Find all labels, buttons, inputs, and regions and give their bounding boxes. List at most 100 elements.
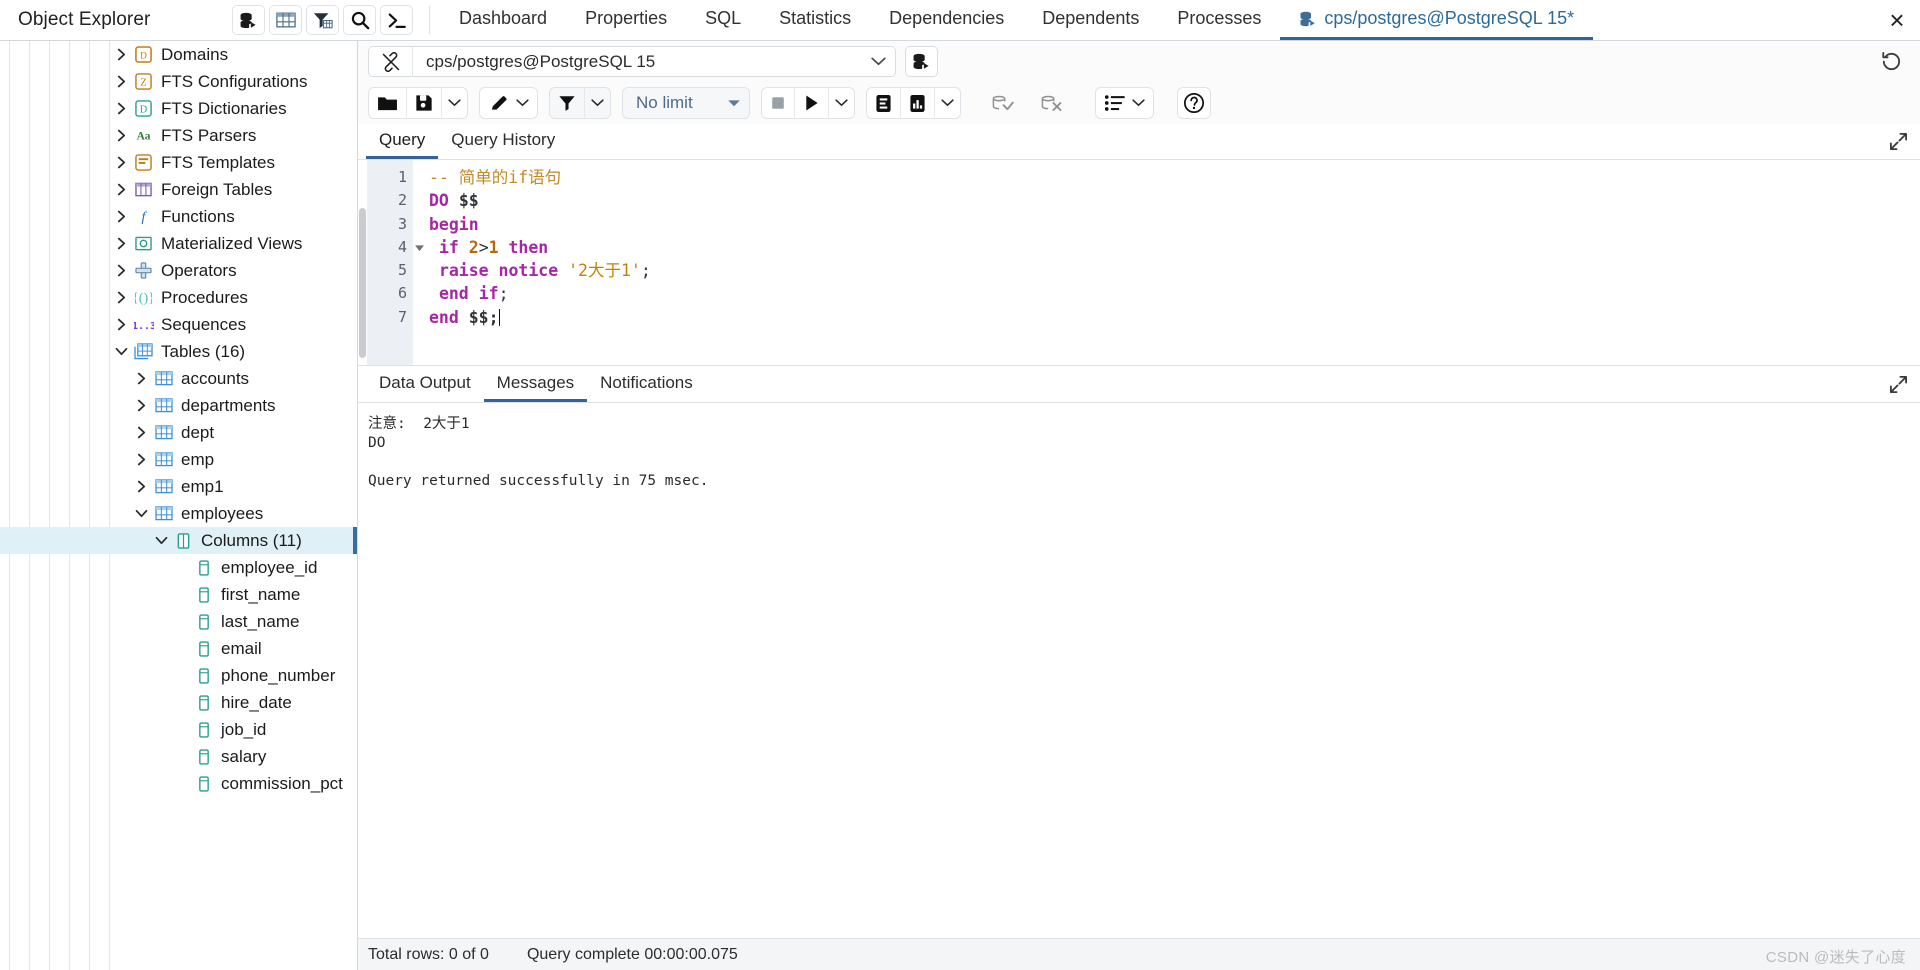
explain-icon[interactable] bbox=[867, 88, 901, 118]
editor-expand-icon[interactable] bbox=[1876, 124, 1920, 159]
chevron-right-icon[interactable] bbox=[130, 399, 152, 412]
help-icon[interactable] bbox=[1177, 87, 1211, 119]
tree-node-accounts[interactable]: accounts bbox=[0, 365, 357, 392]
tree-node-employee-id[interactable]: employee_id bbox=[0, 554, 357, 581]
fold-triangle-icon[interactable] bbox=[414, 236, 425, 259]
output-tab-messages[interactable]: Messages bbox=[483, 366, 588, 402]
tree-node-tables-16[interactable]: Tables (16) bbox=[0, 338, 357, 365]
table-grid-icon[interactable] bbox=[269, 5, 302, 35]
output-expand-icon[interactable] bbox=[1876, 366, 1920, 402]
chevron-right-icon[interactable] bbox=[130, 480, 152, 493]
sql-editor[interactable]: 1234567 -- 简单的if语句 DO $$ begin if 2>1 then… bbox=[358, 160, 1920, 365]
chevron-right-icon[interactable] bbox=[110, 102, 132, 115]
explain-analyze-icon[interactable] bbox=[901, 88, 935, 118]
chevron-right-icon[interactable] bbox=[130, 372, 152, 385]
tree-node-emp1[interactable]: emp1 bbox=[0, 473, 357, 500]
filter-icon[interactable] bbox=[550, 88, 585, 118]
chevron-right-icon[interactable] bbox=[110, 210, 132, 223]
search-icon[interactable] bbox=[343, 5, 376, 35]
tree-node-materialized-views[interactable]: Materialized Views bbox=[0, 230, 357, 257]
tree-node-last-name[interactable]: last_name bbox=[0, 608, 357, 635]
filtered-rows-icon[interactable] bbox=[232, 5, 265, 35]
tab-sql[interactable]: SQL bbox=[686, 0, 760, 40]
toolbar-divider bbox=[429, 6, 430, 34]
editor-scrollbar[interactable] bbox=[358, 160, 367, 365]
tree-node-commission-pct[interactable]: commission_pct bbox=[0, 770, 357, 797]
tree-node-fts-dictionaries[interactable]: D FTS Dictionaries bbox=[0, 95, 357, 122]
chevron-down-icon[interactable] bbox=[110, 347, 132, 356]
chevron-right-icon[interactable] bbox=[110, 48, 132, 61]
chevron-right-icon[interactable] bbox=[110, 129, 132, 142]
tab-cps-postgres-postgresql-15[interactable]: cps/postgres@PostgreSQL 15* bbox=[1280, 0, 1594, 40]
tab-dependencies[interactable]: Dependencies bbox=[870, 0, 1023, 40]
filter-table-icon[interactable] bbox=[306, 5, 339, 35]
terminal-icon[interactable] bbox=[380, 5, 413, 35]
tab-properties[interactable]: Properties bbox=[566, 0, 686, 40]
edit-options-chevron-down-icon[interactable] bbox=[512, 88, 537, 118]
new-connection-button[interactable] bbox=[905, 46, 938, 77]
tree-node-functions[interactable]: f Functions bbox=[0, 203, 357, 230]
tree-node-sequences[interactable]: 1..3 Sequences bbox=[0, 311, 357, 338]
tab-dashboard[interactable]: Dashboard bbox=[440, 0, 566, 40]
tree-node-dept[interactable]: dept bbox=[0, 419, 357, 446]
commit-icon[interactable] bbox=[984, 88, 1023, 118]
tree-node-label: FTS Parsers bbox=[161, 126, 257, 145]
tree-node-email[interactable]: email bbox=[0, 635, 357, 662]
tree-node-hire-date[interactable]: hire_date bbox=[0, 689, 357, 716]
chevron-right-icon[interactable] bbox=[110, 318, 132, 331]
save-options-chevron-down-icon[interactable] bbox=[442, 88, 467, 118]
tree-node-fts-parsers[interactable]: Aa FTS Parsers bbox=[0, 122, 357, 149]
row-limit-select[interactable]: No limit bbox=[622, 87, 750, 119]
tree-node-domains[interactable]: D Domains bbox=[0, 41, 357, 68]
explain-options-chevron-down-icon[interactable] bbox=[935, 88, 960, 118]
chevron-down-icon[interactable] bbox=[861, 57, 895, 66]
macros-chevron-down-icon[interactable] bbox=[1128, 88, 1153, 118]
editor-tab-query[interactable]: Query bbox=[366, 124, 439, 159]
code-line: begin bbox=[429, 213, 1920, 236]
restore-history-icon[interactable] bbox=[1874, 46, 1908, 78]
chevron-right-icon[interactable] bbox=[110, 183, 132, 196]
chevron-down-icon[interactable] bbox=[130, 509, 152, 518]
tree-node-fts-configurations[interactable]: Z FTS Configurations bbox=[0, 68, 357, 95]
tree-node-first-name[interactable]: first_name bbox=[0, 581, 357, 608]
chevron-right-icon[interactable] bbox=[130, 426, 152, 439]
chevron-right-icon[interactable] bbox=[110, 156, 132, 169]
tab-statistics[interactable]: Statistics bbox=[760, 0, 870, 40]
tree-node-phone-number[interactable]: phone_number bbox=[0, 662, 357, 689]
chevron-right-icon[interactable] bbox=[110, 291, 132, 304]
close-tab-button[interactable]: × bbox=[1874, 0, 1920, 40]
chevron-right-icon[interactable] bbox=[110, 264, 132, 277]
tree-node-operators[interactable]: Operators bbox=[0, 257, 357, 284]
chevron-right-icon[interactable] bbox=[110, 75, 132, 88]
tree-node-job-id[interactable]: job_id bbox=[0, 716, 357, 743]
filter-options-chevron-down-icon[interactable] bbox=[585, 88, 610, 118]
tree-node-columns-11[interactable]: Columns (11) bbox=[0, 527, 357, 554]
connection-select[interactable]: cps/postgres@PostgreSQL 15 bbox=[368, 46, 896, 77]
save-file-icon[interactable] bbox=[407, 88, 442, 118]
chevron-right-icon[interactable] bbox=[130, 453, 152, 466]
tree-node-procedures[interactable]: {()} Procedures bbox=[0, 284, 357, 311]
output-tab-data-output[interactable]: Data Output bbox=[366, 366, 484, 402]
rollback-icon[interactable] bbox=[1033, 88, 1072, 118]
chevron-right-icon[interactable] bbox=[110, 237, 132, 250]
macros-icon[interactable] bbox=[1096, 88, 1128, 118]
tree-node-emp[interactable]: emp bbox=[0, 446, 357, 473]
tree-node-foreign-tables[interactable]: Foreign Tables bbox=[0, 176, 357, 203]
chevron-down-icon[interactable] bbox=[150, 536, 172, 545]
execute-options-chevron-down-icon[interactable] bbox=[829, 88, 854, 118]
tab-dependents[interactable]: Dependents bbox=[1023, 0, 1158, 40]
play-icon[interactable] bbox=[795, 88, 829, 118]
tree-node-departments[interactable]: departments bbox=[0, 392, 357, 419]
editor-code[interactable]: -- 简单的if语句 DO $$ begin if 2>1 then raise n… bbox=[413, 160, 1920, 365]
tree-node-fts-templates[interactable]: FTS Templates bbox=[0, 149, 357, 176]
editor-tab-query-history[interactable]: Query History bbox=[438, 124, 568, 159]
pencil-icon[interactable] bbox=[480, 88, 512, 118]
tab-processes[interactable]: Processes bbox=[1158, 0, 1280, 40]
output-tab-notifications[interactable]: Notifications bbox=[587, 366, 706, 402]
line-number-value: 4 bbox=[397, 237, 407, 256]
tree-node-salary[interactable]: salary bbox=[0, 743, 357, 770]
open-file-icon[interactable] bbox=[369, 88, 407, 118]
tree-node-employees[interactable]: employees bbox=[0, 500, 357, 527]
stop-icon[interactable] bbox=[762, 88, 795, 118]
